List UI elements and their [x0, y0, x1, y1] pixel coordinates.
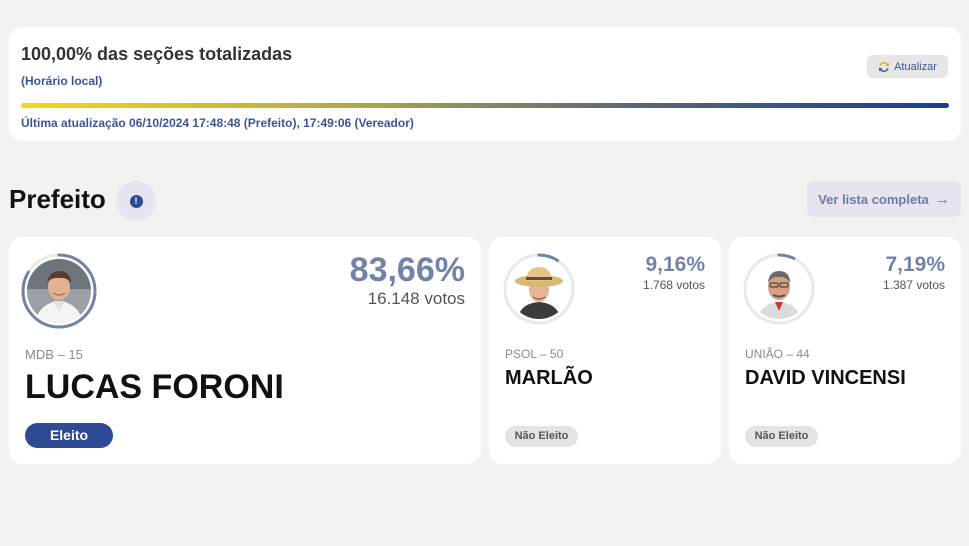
totalization-progress-fill: [21, 103, 949, 108]
status-badge: Não Eleito: [505, 426, 578, 447]
full-list-button[interactable]: Ver lista completa →: [807, 181, 961, 217]
totalization-title: 100,00% das seções totalizadas: [21, 44, 293, 64]
candidate-photo: [749, 259, 809, 319]
refresh-label: Atualizar: [894, 60, 937, 73]
candidate-photo: [27, 259, 91, 323]
arrow-right-icon: →: [934, 190, 950, 208]
candidate-name: DAVID VINCENSI: [745, 367, 906, 389]
status-badge: Não Eleito: [745, 426, 818, 447]
refresh-icon: [878, 61, 890, 73]
candidate-photo: [509, 259, 569, 319]
refresh-button[interactable]: Atualizar: [867, 55, 948, 78]
candidate-name: MARLÃO: [505, 367, 593, 389]
vote-count: 16.148 votos: [367, 289, 465, 308]
info-icon: !: [129, 194, 143, 208]
section-title: Prefeito: [9, 184, 106, 214]
full-list-label: Ver lista completa: [818, 191, 929, 207]
party-number: PSOL – 50: [505, 347, 564, 361]
local-time-note: (Horário local): [21, 74, 103, 88]
vote-count: 1.768 votos: [642, 278, 705, 292]
candidate-card-marlao[interactable]: 9,16% 1.768 votos PSOL – 50 MARLÃO Não E…: [489, 237, 721, 464]
vote-percentage: 7,19%: [885, 253, 945, 276]
candidate-card-david-vincensi[interactable]: 7,19% 1.387 votos UNIÃO – 44 DAVID VINCE…: [729, 237, 961, 464]
vote-count: 1.387 votos: [882, 278, 945, 292]
status-badge: Eleito: [25, 423, 113, 448]
vote-percentage: 83,66%: [349, 251, 465, 289]
party-number: MDB – 15: [25, 347, 83, 362]
last-update-text: Última atualização 06/10/2024 17:48:48 (…: [21, 116, 414, 130]
totalization-status-card: 100,00% das seções totalizadas (Horário …: [9, 27, 961, 141]
candidate-card-lucas-foroni[interactable]: 83,66% 16.148 votos MDB – 15 LUCAS FORON…: [9, 237, 481, 464]
candidate-name: LUCAS FORONI: [25, 368, 284, 406]
totalization-progress-bar: [21, 103, 949, 108]
party-number: UNIÃO – 44: [745, 347, 810, 361]
vote-percentage: 9,16%: [645, 253, 705, 276]
info-button[interactable]: !: [116, 181, 156, 221]
